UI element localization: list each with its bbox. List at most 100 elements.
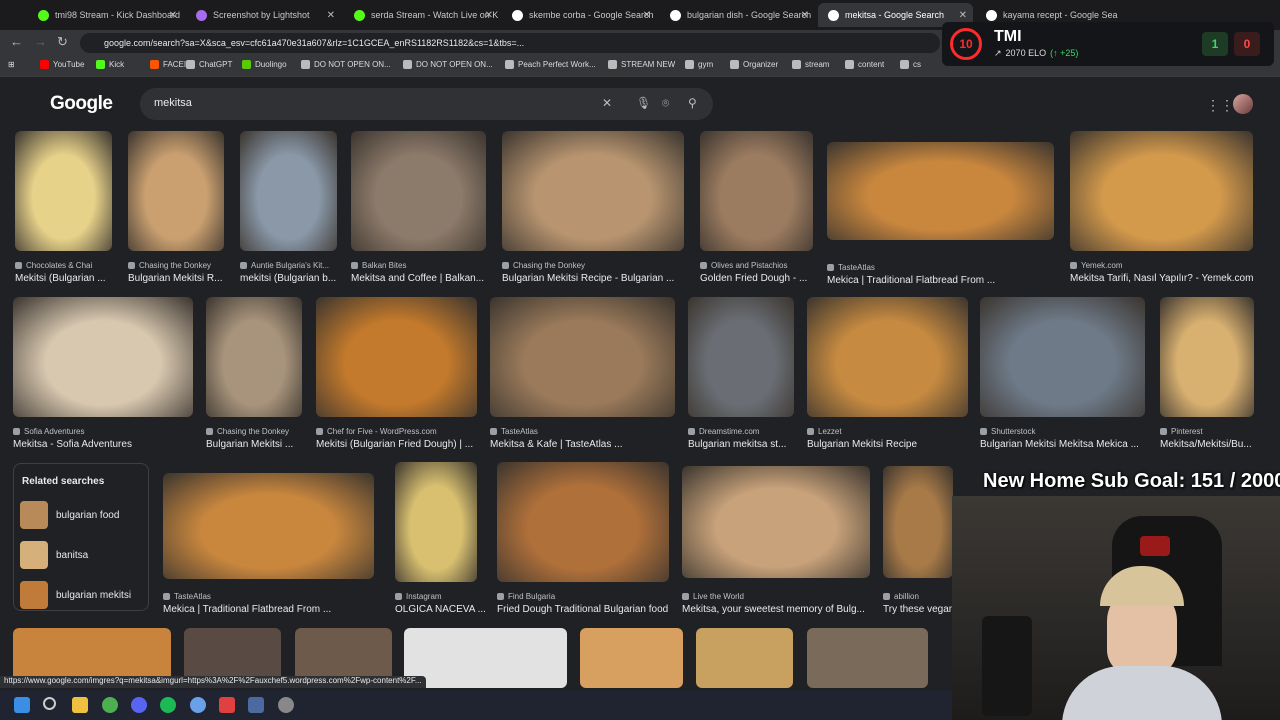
address-bar[interactable]: google.com/search?sa=X&sca_esv=cfc61a470… <box>80 33 940 53</box>
close-icon[interactable]: ✕ <box>959 10 967 21</box>
image-caption[interactable]: Fried Dough Traditional Bulgarian food <box>497 604 668 615</box>
settings-icon[interactable] <box>278 697 294 713</box>
image-result-thumbnail[interactable] <box>15 131 112 251</box>
image-source[interactable]: TasteAtlas <box>163 592 211 601</box>
image-caption[interactable]: Mekitsa and Coffee | Balkan... <box>351 273 484 284</box>
image-caption[interactable]: Mekitsi (Bulgarian Fried Dough) | ... <box>316 439 473 450</box>
image-source[interactable]: abillion <box>883 592 919 601</box>
steam-icon[interactable] <box>248 697 264 713</box>
bookmark-item[interactable]: content <box>845 60 884 69</box>
tab-serda-stream[interactable]: serda Stream - Watch Live on K ✕ <box>344 3 499 27</box>
image-thumb[interactable] <box>807 628 928 688</box>
image-caption[interactable]: Bulgarian Mekitsi Mekitsa Mekica ... <box>980 439 1139 450</box>
image-result-thumbnail[interactable] <box>13 297 193 417</box>
image-source[interactable]: Dreamstime.com <box>688 427 759 436</box>
search-box[interactable]: mekitsa ✕ 🎙 ⌾ ⚲ <box>140 88 713 120</box>
image-caption[interactable]: Mekitsa - Sofia Adventures <box>13 439 132 450</box>
image-caption[interactable]: OLGICA NACEVA ... <box>395 604 485 615</box>
back-icon[interactable]: ← <box>10 34 23 49</box>
image-result-thumbnail[interactable] <box>700 131 813 251</box>
image-result-thumbnail[interactable] <box>316 297 477 417</box>
image-result-thumbnail[interactable] <box>128 131 224 251</box>
image-caption[interactable]: Mekica | Traditional Flatbread From ... <box>827 275 995 286</box>
close-icon[interactable]: ✕ <box>169 10 177 21</box>
image-result-thumbnail[interactable] <box>395 462 477 582</box>
image-source[interactable]: Live the World <box>682 592 744 601</box>
spotify-icon[interactable] <box>160 697 176 713</box>
bookmark-item[interactable]: Duolingo <box>242 60 287 69</box>
mic-icon[interactable]: 🎙 <box>636 96 651 110</box>
bookmark-item[interactable]: stream <box>792 60 829 69</box>
camera-icon[interactable]: ⌾ <box>662 96 669 111</box>
close-icon[interactable]: ✕ <box>485 10 493 21</box>
image-result-thumbnail[interactable] <box>688 297 794 417</box>
bookmark-item[interactable]: Kick <box>96 60 124 69</box>
bookmark-item[interactable]: YouTube <box>40 60 84 69</box>
forward-icon[interactable]: → <box>34 34 47 49</box>
avatar[interactable] <box>1233 94 1253 114</box>
tab-skembe-corba[interactable]: skembe corba - Google Search ✕ <box>502 3 657 27</box>
image-caption[interactable]: Bulgarian Mekitsi Recipe <box>807 439 917 450</box>
image-source[interactable]: Chasing the Donkey <box>128 261 211 270</box>
image-result-thumbnail[interactable] <box>240 131 337 251</box>
image-result-thumbnail[interactable] <box>502 131 684 251</box>
image-source[interactable]: Instagram <box>395 592 442 601</box>
image-result-thumbnail[interactable] <box>883 466 953 578</box>
image-source[interactable]: Chef for Five - WordPress.com <box>316 427 437 436</box>
clear-icon[interactable]: ✕ <box>602 96 612 110</box>
bookmark-item[interactable]: gym <box>685 60 713 69</box>
close-icon[interactable]: ✕ <box>643 10 651 21</box>
image-source[interactable]: Chocolates & Chai <box>15 261 92 270</box>
image-result-thumbnail[interactable] <box>980 297 1145 417</box>
image-caption[interactable]: Golden Fried Dough - ... <box>700 273 807 284</box>
search-icon[interactable] <box>43 697 56 710</box>
image-source[interactable]: Sofia Adventures <box>13 427 84 436</box>
app-icon[interactable] <box>190 697 206 713</box>
image-caption[interactable]: Bulgarian Mekitsi Recipe - Bulgarian ... <box>502 273 674 284</box>
tab-kick-dashboard[interactable]: tmi98 Stream - Kick Dashboard ✕ <box>28 3 183 27</box>
image-source[interactable]: Chasing the Donkey <box>206 427 289 436</box>
image-source[interactable]: Find Bulgaria <box>497 592 555 601</box>
bookmark-item[interactable]: Peach Perfect Work... <box>505 60 596 69</box>
file-explorer-icon[interactable] <box>72 697 88 713</box>
image-source[interactable]: Lezzet <box>807 427 842 436</box>
google-logo[interactable]: Google <box>50 93 113 115</box>
apps-icon[interactable]: ⊞ <box>8 60 15 69</box>
bookmark-item[interactable]: Organizer <box>730 60 778 69</box>
image-result-thumbnail[interactable] <box>497 462 669 582</box>
image-source[interactable]: Auntie Bulgaria's Kit... <box>240 261 329 270</box>
related-item[interactable]: banitsa <box>20 540 88 570</box>
discord-icon[interactable] <box>131 697 147 713</box>
search-icon[interactable]: ⚲ <box>688 96 697 110</box>
bookmark-item[interactable]: STREAM NEW <box>608 60 675 69</box>
image-source[interactable]: Shutterstock <box>980 427 1035 436</box>
image-result-thumbnail[interactable] <box>682 466 870 578</box>
search-input[interactable]: mekitsa <box>154 97 192 109</box>
image-result-thumbnail[interactable] <box>163 473 374 579</box>
image-result-thumbnail[interactable] <box>807 297 968 417</box>
app-icon[interactable] <box>219 697 235 713</box>
image-caption[interactable]: Mekitsa/Mekitsi/Bu... <box>1160 439 1252 450</box>
tab-lightshot[interactable]: Screenshot by Lightshot ✕ <box>186 3 341 27</box>
image-source[interactable]: Olives and Pistachios <box>700 261 787 270</box>
image-caption[interactable]: Try these vegan <box>883 604 954 615</box>
bookmark-item[interactable]: cs <box>900 60 921 69</box>
close-icon[interactable]: ✕ <box>327 10 335 21</box>
image-caption[interactable]: Bulgarian mekitsa st... <box>688 439 786 450</box>
image-caption[interactable]: Mekitsa Tarifi, Nasıl Yapılır? - Yemek.c… <box>1070 273 1253 284</box>
image-caption[interactable]: Mekitsa & Kafe | TasteAtlas ... <box>490 439 622 450</box>
bookmark-item[interactable]: DO NOT OPEN ON... <box>403 60 493 69</box>
image-caption[interactable]: mekitsi (Bulgarian b... <box>240 273 336 284</box>
image-source[interactable]: Chasing the Donkey <box>502 261 585 270</box>
close-icon[interactable]: ✕ <box>801 10 809 21</box>
bookmark-item[interactable]: FACEIT <box>150 60 191 69</box>
image-result-thumbnail[interactable] <box>1070 131 1253 251</box>
image-thumb[interactable] <box>404 628 567 688</box>
image-caption[interactable]: Bulgarian Mekitsi R... <box>128 273 222 284</box>
image-source[interactable]: TasteAtlas <box>827 263 875 272</box>
image-caption[interactable]: Mekica | Traditional Flatbread From ... <box>163 604 331 615</box>
related-item[interactable]: bulgarian food <box>20 500 119 530</box>
image-source[interactable]: Pinterest <box>1160 427 1203 436</box>
bookmark-item[interactable]: DO NOT OPEN ON... <box>301 60 391 69</box>
image-caption[interactable]: Mekitsi (Bulgarian ... <box>15 273 106 284</box>
